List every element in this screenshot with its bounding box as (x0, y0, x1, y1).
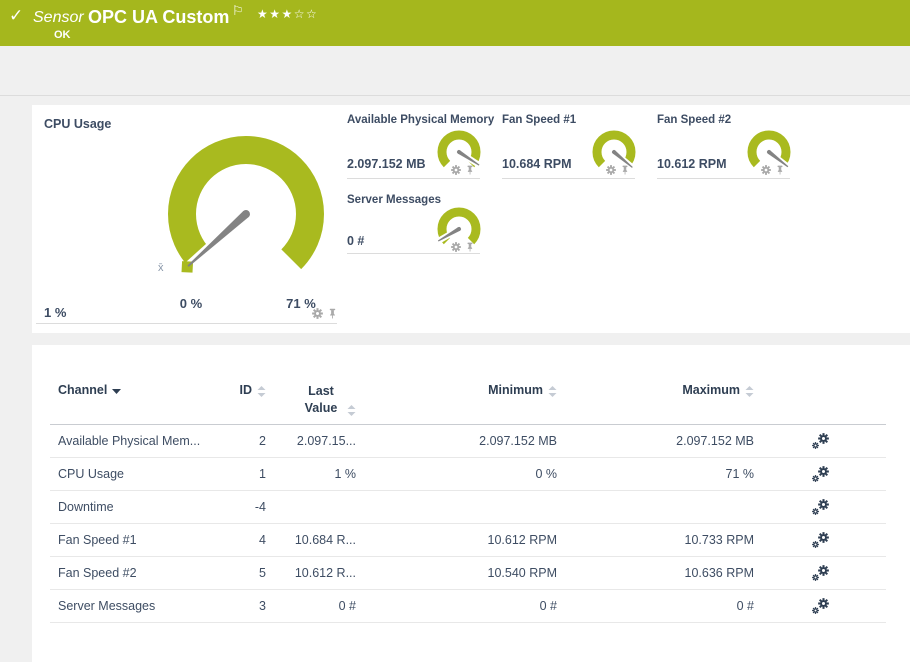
channel-settings-gears-icon[interactable] (811, 465, 829, 483)
channel-name: Downtime (58, 500, 114, 514)
gear-icon[interactable] (312, 308, 323, 319)
channel-settings-gears-icon[interactable] (811, 432, 829, 450)
gauge-title: Fan Speed #2 (657, 114, 732, 126)
channel-name: CPU Usage (58, 467, 124, 481)
gauge-value: 10.684 RPM (502, 157, 572, 171)
channel-settings-gears-icon[interactable] (811, 498, 829, 516)
channel-maximum: 0 # (736, 599, 754, 613)
channel-minimum: 2.097.152 MB (479, 434, 557, 448)
table-row[interactable]: Available Physical Mem... 2 2.097.15... … (50, 425, 886, 458)
status-badge: OK (54, 29, 71, 41)
channel-settings-gears-icon[interactable] (811, 564, 829, 582)
table-row[interactable]: Downtime -4 (50, 491, 886, 524)
pin-icon[interactable] (775, 165, 785, 175)
channel-id: -4 (254, 500, 266, 514)
status-ok-icon: ✓ (9, 6, 24, 25)
channel-id: 1 (259, 467, 266, 481)
gauge-title: CPU Usage (44, 117, 112, 131)
prtg-sensor-page: ✓ Sensor OPC UA Custom ⚐ ★★★☆☆ OK Overvi… (0, 0, 910, 662)
col-header-channel[interactable]: Channel (58, 383, 238, 397)
channel-last-value: 10.612 R... (294, 566, 356, 580)
gauges-panel: CPU Usage x̄ 0 % 71 % 1 % Available Phys… (32, 105, 910, 333)
star-rating[interactable]: ★★★☆☆ (257, 7, 318, 21)
channel-last-value: 1 % (334, 467, 356, 481)
sensor-title: OPC UA Custom (88, 7, 230, 27)
mini-gauge-card-server-messages: Server Messages 0 # (347, 192, 481, 254)
channel-maximum: 10.733 RPM (684, 533, 754, 547)
gauge-value: 0 # (347, 234, 365, 248)
channel-maximum: 2.097.152 MB (676, 434, 754, 448)
channel-id: 2 (259, 434, 266, 448)
channel-minimum: 10.540 RPM (487, 566, 557, 580)
gear-icon[interactable] (761, 165, 771, 175)
channel-minimum: 10.612 RPM (487, 533, 557, 547)
channel-last-value: 2.097.15... (296, 434, 356, 448)
col-header-minimum[interactable]: Minimum (356, 383, 557, 398)
sort-icon (257, 386, 266, 397)
gear-icon[interactable] (451, 242, 461, 252)
gauge-avg-marker: x̄ (158, 262, 164, 274)
table-row[interactable]: Fan Speed #2 5 10.612 R... 10.540 RPM 10… (50, 557, 886, 590)
channel-settings-gears-icon[interactable] (811, 531, 829, 549)
channels-table-panel: Channel ID Last Value Minimum Maximum Av… (32, 345, 910, 662)
table-row[interactable]: CPU Usage 1 1 % 0 % 71 % (50, 458, 886, 491)
col-header-last-value[interactable]: Last Value (266, 383, 356, 417)
gear-icon[interactable] (606, 165, 616, 175)
tab-bar: Overview Live Data 2 days 30 days 365 da… (0, 46, 910, 139)
channel-minimum: 0 % (535, 467, 557, 481)
pin-icon[interactable] (620, 165, 630, 175)
channel-name: Fan Speed #2 (58, 566, 137, 580)
table-row[interactable]: Server Messages 3 0 # 0 # 0 # (50, 590, 886, 623)
gauge-value: 1 % (44, 305, 67, 320)
gauge-min-label: 0 % (179, 296, 203, 311)
sensor-header: ✓ Sensor OPC UA Custom ⚐ ★★★☆☆ OK (0, 0, 910, 46)
gauge-title: Fan Speed #1 (502, 114, 577, 126)
channel-name: Server Messages (58, 599, 156, 613)
col-header-maximum[interactable]: Maximum (557, 383, 754, 398)
channel-maximum: 71 % (725, 467, 755, 481)
channel-last-value: 10.684 R... (294, 533, 356, 547)
channel-id: 4 (259, 533, 266, 547)
gauge-value: 10.612 RPM (657, 157, 727, 171)
channel-name: Fan Speed #1 (58, 533, 137, 547)
pin-icon[interactable] (465, 165, 475, 175)
channel-name: Available Physical Mem... (58, 434, 201, 448)
mini-gauge-card-fan-speed-2: Fan Speed #2 10.612 RPM (657, 112, 792, 179)
sort-icon (347, 405, 356, 416)
channel-maximum: 10.636 RPM (684, 566, 754, 580)
cpu-gauge-card: CPU Usage x̄ 0 % 71 % 1 % (36, 112, 337, 324)
gauge-value: 2.097.152 MB (347, 157, 426, 171)
flag-icon[interactable]: ⚐ (232, 3, 244, 19)
sensor-kind-label: Sensor (33, 9, 84, 26)
table-row[interactable]: Fan Speed #1 4 10.684 R... 10.612 RPM 10… (50, 524, 886, 557)
pin-icon[interactable] (465, 242, 475, 252)
channel-id: 3 (259, 599, 266, 613)
sort-icon (745, 386, 754, 397)
caret-down-icon (112, 389, 122, 394)
pin-icon[interactable] (327, 308, 338, 319)
mini-gauge-card-available-physical-memory: Available Physical Memory 2.097.152 MB (347, 112, 494, 179)
gear-icon[interactable] (451, 165, 461, 175)
sort-icon (548, 386, 557, 397)
mini-gauge-card-fan-speed-1: Fan Speed #1 10.684 RPM (502, 112, 636, 179)
table-header-row: Channel ID Last Value Minimum Maximum (50, 375, 886, 425)
cpu-gauge (168, 136, 324, 275)
channel-last-value: 0 # (338, 599, 356, 613)
channel-settings-gears-icon[interactable] (811, 597, 829, 615)
channel-minimum: 0 # (539, 599, 557, 613)
channel-id: 5 (259, 566, 266, 580)
gauge-title: Server Messages (347, 194, 441, 206)
col-header-id[interactable]: ID (238, 383, 266, 398)
